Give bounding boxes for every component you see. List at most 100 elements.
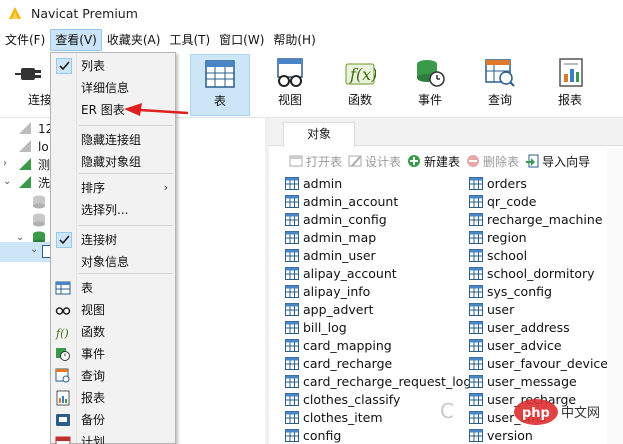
table-icon	[469, 374, 483, 388]
table-item[interactable]: app_advert	[285, 300, 374, 318]
view-menu-item[interactable]: 报表	[52, 387, 174, 409]
menu-favorites[interactable]: 收藏夹(A)	[103, 29, 165, 51]
table-name: admin_map	[303, 229, 377, 245]
view-menu-item[interactable]: 连接树	[52, 229, 174, 251]
table-icon	[55, 281, 71, 295]
table-item[interactable]: clothes_classify	[285, 390, 400, 408]
connection-icon	[19, 158, 31, 170]
table-item[interactable]: bill_log	[285, 318, 347, 336]
table-item[interactable]: school	[469, 246, 527, 264]
toolbar-table-button[interactable]: 表	[190, 54, 250, 116]
table-icon	[285, 428, 299, 442]
view-menu-item[interactable]: 事件	[52, 343, 174, 365]
menu-view[interactable]: 查看(V)	[50, 29, 102, 51]
toolbar-view-button[interactable]: 视图	[260, 54, 320, 116]
table-item[interactable]: admin_map	[285, 228, 376, 246]
view-menu-item[interactable]: f() 函数	[52, 321, 174, 343]
view-menu-item[interactable]: 隐藏连接组	[52, 129, 174, 151]
query-icon	[485, 59, 515, 87]
menu-file[interactable]: 文件(F)	[1, 29, 49, 51]
menu-item-label: ER 图表	[81, 103, 125, 117]
table-item[interactable]: alipay_account	[285, 264, 397, 282]
menu-item-label: 报表	[81, 391, 106, 405]
toolbar-report-button[interactable]: 报表	[540, 54, 600, 116]
table-name: user_address	[487, 319, 570, 335]
table-icon	[285, 266, 299, 280]
view-menu-item[interactable]: 查询	[52, 365, 174, 387]
table-item[interactable]: admin_config	[285, 210, 387, 228]
menu-separator	[79, 273, 173, 274]
connect-label: 连接	[28, 93, 53, 107]
table-name: clothes_classify	[303, 391, 401, 407]
table-item[interactable]: orders	[469, 174, 527, 192]
design-table-button[interactable]: 设计表	[348, 153, 401, 170]
view-menu-item[interactable]: 备份	[52, 409, 174, 431]
table-item[interactable]: user_message	[469, 372, 577, 390]
table-item[interactable]: config	[285, 426, 341, 444]
menu-window[interactable]: 窗口(W)	[215, 29, 268, 51]
table-item[interactable]: school_dormitory	[469, 264, 595, 282]
view-menu-item[interactable]: 对象信息	[52, 251, 174, 273]
tab-objects[interactable]: 对象	[283, 122, 355, 147]
view-menu-item[interactable]: 视图	[52, 299, 174, 321]
table-item[interactable]: card_recharge	[285, 354, 392, 372]
toolbar-event-label: 事件	[417, 93, 442, 107]
table-item[interactable]: clothes_item	[285, 408, 383, 426]
view-menu-item[interactable]: 列表	[52, 55, 174, 77]
table-item[interactable]: alipay_info	[285, 282, 370, 300]
toolbar-function-button[interactable]: f(x) 函数	[330, 54, 390, 116]
menu-tools[interactable]: 工具(T)	[165, 29, 214, 51]
table-icon	[285, 176, 299, 190]
table-item[interactable]: region	[469, 228, 527, 246]
chevron-down-icon[interactable]: ⌄	[30, 244, 38, 255]
toolbar-event-button[interactable]: 事件	[400, 54, 460, 116]
view-menu-item[interactable]: 排序 ›	[52, 177, 174, 199]
view-menu-item[interactable]: 选择列...	[52, 199, 174, 221]
table-item[interactable]: card_recharge_request_log	[285, 372, 471, 390]
table-name: user	[487, 301, 515, 317]
table-item[interactable]: user_advice	[469, 336, 562, 354]
toolbar-query-label: 查询	[487, 93, 512, 107]
table-item[interactable]: admin	[285, 174, 342, 192]
table-item[interactable]: qr_code	[469, 192, 536, 210]
menu-item-label: 隐藏连接组	[81, 133, 142, 147]
table-icon	[285, 338, 299, 352]
table-item[interactable]: card_mapping	[285, 336, 392, 354]
menu-help[interactable]: 帮助(H)	[269, 29, 319, 51]
table-item[interactable]: user	[469, 300, 514, 318]
tree-selected-row[interactable]: ⌄	[0, 242, 52, 262]
menu-item-label: 列表	[81, 59, 106, 73]
menu-separator	[79, 173, 173, 174]
toolbar-query-button[interactable]: 查询	[470, 54, 530, 116]
table-name: card_recharge_request_log	[303, 373, 472, 389]
new-table-button[interactable]: 新建表	[407, 153, 460, 170]
view-menu-item[interactable]: 表	[52, 277, 174, 299]
table-item[interactable]: admin_user	[285, 246, 376, 264]
delete-table-button[interactable]: 删除表	[466, 153, 519, 170]
table-item[interactable]: recharge_machine	[469, 210, 603, 228]
menu-bar: 文件(F) 查看(V) 收藏夹(A) 工具(T) 窗口(W) 帮助(H)	[0, 28, 623, 52]
table-icon	[469, 212, 483, 226]
title-bar: Navicat Premium	[0, 0, 623, 26]
table-item[interactable]: sys_config	[469, 282, 552, 300]
table-icon	[285, 302, 299, 316]
table-name: clothes_item	[303, 409, 383, 425]
table-item[interactable]: user_favour_devices	[469, 354, 615, 372]
view-menu-item[interactable]: 隐藏对象组	[52, 151, 174, 173]
connect-button[interactable]: 连接	[6, 54, 54, 116]
view-menu-item[interactable]: 计划	[52, 431, 174, 444]
table-icon	[285, 356, 299, 370]
view-menu-item[interactable]: 详细信息	[52, 77, 174, 99]
chevron-right-icon[interactable]: ›	[3, 158, 7, 169]
open-table-button[interactable]: 打开表	[289, 153, 342, 170]
watermark-text: 中文网	[561, 406, 600, 421]
connection-icon	[19, 140, 31, 152]
table-name: config	[303, 427, 342, 443]
import-wizard-button[interactable]: 导入向导	[525, 153, 590, 170]
svg-text:php: php	[522, 406, 550, 421]
annotation-arrow-icon	[124, 103, 189, 116]
table-item[interactable]: user_address	[469, 318, 570, 336]
chevron-down-icon[interactable]: ⌄	[3, 176, 11, 187]
menu-item-label: 对象信息	[81, 255, 130, 269]
table-item[interactable]: admin_account	[285, 192, 398, 210]
